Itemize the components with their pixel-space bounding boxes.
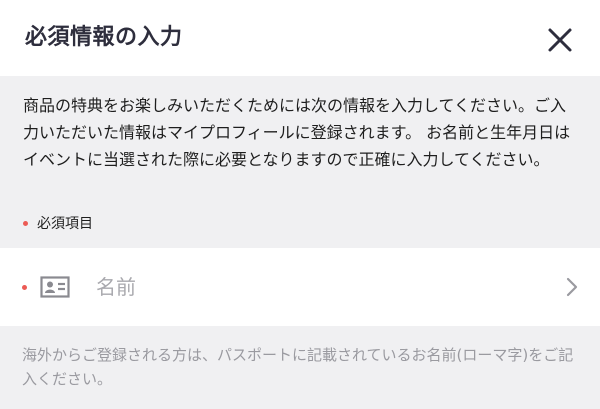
intro-text: 商品の特典をお楽しみいただくためには次の情報を入力してください。ご入力いただいた… (23, 96, 571, 169)
intro-section: 商品の特典をお楽しみいただくためには次の情報を入力してください。ご入力いただいた… (0, 76, 600, 248)
required-dot (22, 285, 27, 290)
close-button[interactable] (544, 24, 576, 56)
name-field-row[interactable]: 名前 (0, 248, 600, 326)
header-bar: 必須情報の入力 (0, 0, 600, 76)
required-legend-label: 必須項目 (37, 216, 93, 232)
required-dot (23, 220, 28, 226)
id-card-icon (40, 276, 70, 298)
name-field-label: 名前 (96, 275, 136, 299)
passport-hint: 海外からご登録される方は、パスポートに記載されているお名前(ローマ字)をご記入く… (22, 346, 574, 388)
page-title: 必須情報の入力 (25, 25, 183, 50)
close-icon (548, 28, 572, 52)
chevron-right-icon (566, 277, 578, 297)
required-legend: 必須項目 (23, 212, 93, 234)
